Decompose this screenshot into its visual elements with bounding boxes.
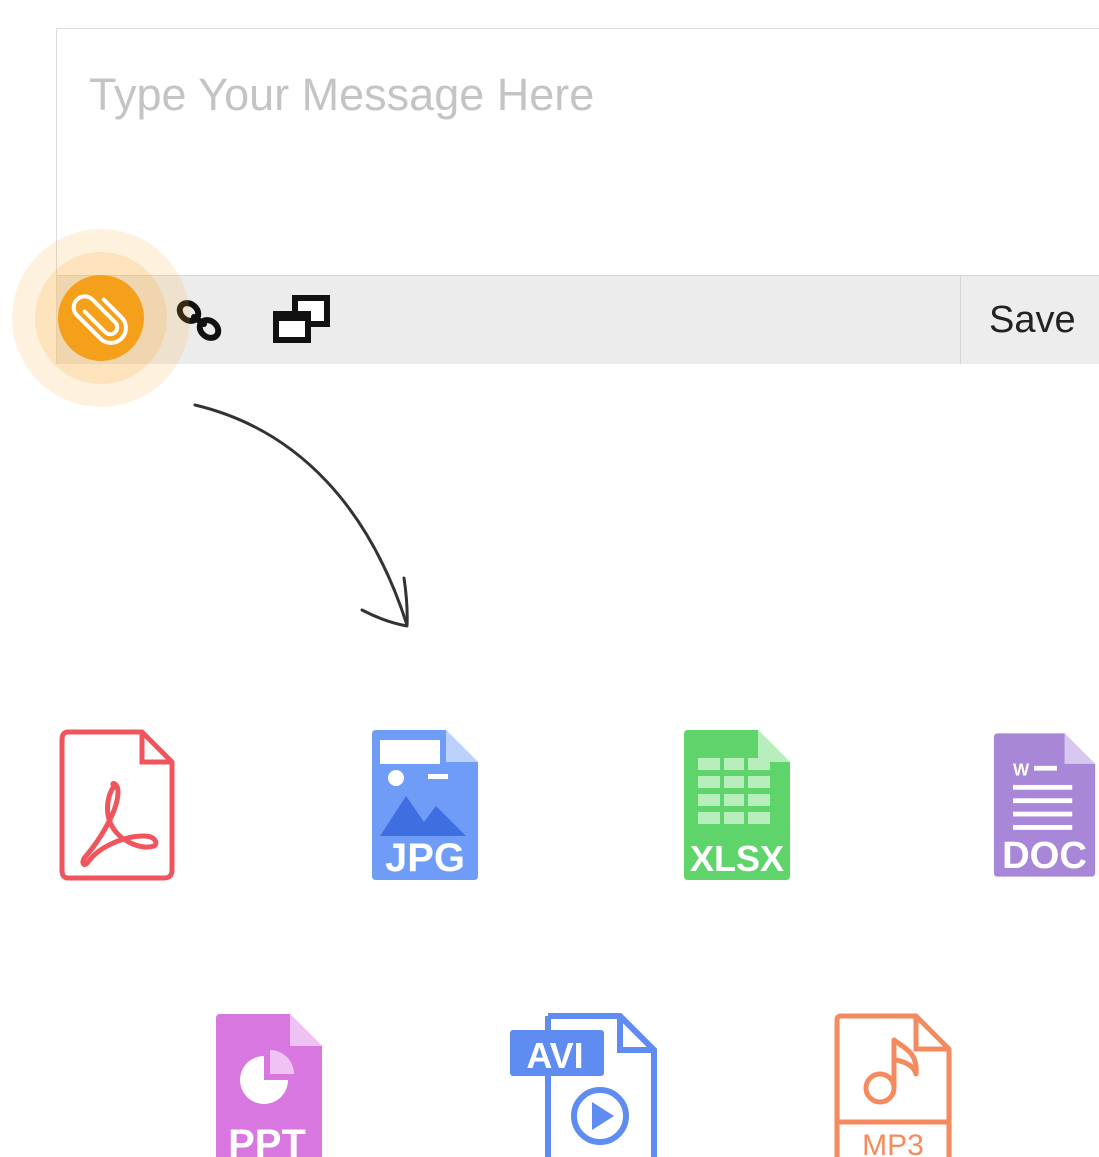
attachment-demo: Save JPG	[0, 0, 1099, 1157]
doc-label: DOC	[1002, 834, 1087, 877]
xlsx-file-icon: XLSX	[684, 730, 790, 880]
message-composer: Save	[56, 28, 1099, 364]
attach-file-button[interactable]	[58, 275, 144, 361]
paperclip-icon	[71, 294, 128, 345]
jpg-file-icon: JPG	[372, 730, 478, 880]
doc-file-icon: W DOC	[993, 733, 1096, 877]
avi-file-icon: AVI	[510, 1013, 657, 1157]
mp3-label: MP3	[862, 1129, 924, 1157]
jpg-label: JPG	[385, 836, 465, 880]
save-button[interactable]: Save	[960, 276, 1099, 364]
ppt-file-icon: PPT	[216, 1014, 322, 1157]
xlsx-label: XLSX	[690, 838, 784, 879]
avi-label: AVI	[526, 1035, 583, 1076]
pointer-arrow	[193, 403, 409, 628]
composer-toolbar: Save	[57, 275, 1099, 364]
doc-word-mark: W	[1013, 759, 1030, 779]
ppt-label: PPT	[228, 1122, 306, 1157]
message-input[interactable]	[57, 29, 1099, 275]
mp3-file-icon: MP3	[834, 1013, 952, 1157]
pdf-file-icon	[59, 729, 175, 881]
new-window-button[interactable]	[271, 294, 333, 346]
window-icon	[273, 295, 330, 343]
